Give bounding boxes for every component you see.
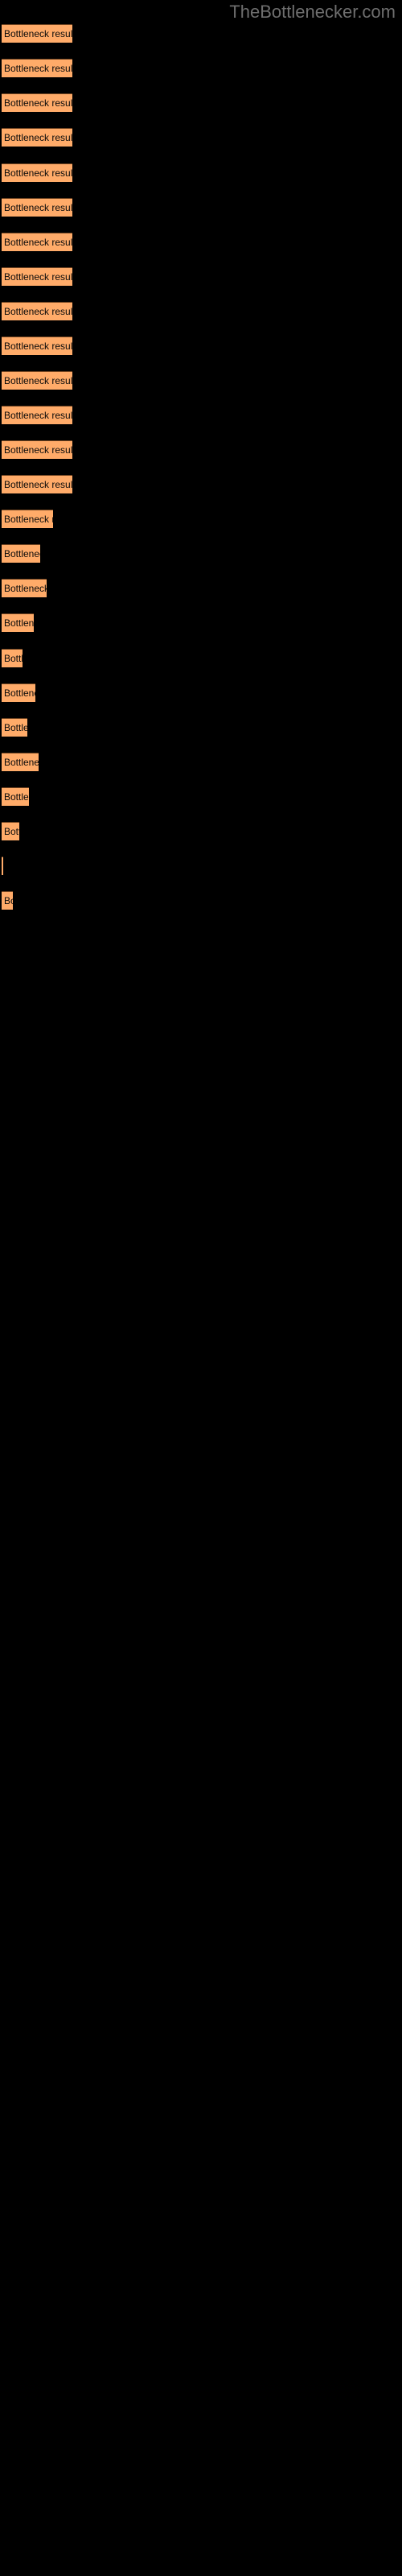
bar-label: Bottleneck result [4, 791, 29, 803]
bar-label: Bottleneck result [4, 202, 72, 213]
bar-segment[interactable]: Bottleneck result [2, 753, 39, 771]
bar-segment[interactable]: Bottleneck result [2, 649, 23, 667]
bar-label: Bottleneck result [4, 617, 34, 629]
bar-segment[interactable]: Bottleneck result [2, 613, 34, 632]
bar-label: Bottleneck result [4, 132, 72, 143]
bar-chart: TheBottlenecker.com Bottleneck result Bot… [0, 0, 402, 2576]
bar-label: Bottleneck result [4, 548, 40, 559]
bar-segment[interactable]: Bottleneck result [2, 891, 13, 910]
bar-label: Bottleneck result [4, 583, 47, 594]
bar-segment[interactable]: Bottleneck result [2, 163, 72, 182]
bar-segment[interactable]: Bottleneck result [2, 336, 72, 355]
bar-label: Bottleneck result [4, 826, 19, 837]
bar-segment[interactable]: Bottleneck result [2, 787, 29, 806]
bar-label: Bottleneck result [4, 167, 72, 179]
bar-segment[interactable]: Bottleneck result [2, 302, 72, 320]
bar-label: Bottleneck result [4, 444, 72, 456]
bar-label: Bottleneck result [4, 895, 13, 906]
bar-segment[interactable]: Bottleneck result [2, 267, 72, 286]
bar-segment[interactable]: Bottleneck result [2, 857, 3, 875]
bar-label: Bottleneck result [4, 653, 23, 664]
bar-label: Bottleneck result [4, 306, 72, 317]
bar-segment[interactable]: Bottleneck result [2, 24, 72, 43]
bar-segment[interactable]: Bottleneck result [2, 510, 53, 528]
bar-segment[interactable]: Bottleneck result [2, 475, 72, 493]
bar-segment[interactable]: Bottleneck result [2, 198, 72, 217]
bar-label: Bottleneck result [4, 722, 27, 733]
bar-label: Bottleneck result [4, 271, 72, 283]
bar-label: Bottleneck result [4, 757, 39, 768]
bar-segment[interactable]: Bottleneck result [2, 822, 19, 840]
bars-container: Bottleneck result Bottleneck result Bottle… [0, 0, 402, 2576]
bar-segment[interactable]: Bottleneck result [2, 371, 72, 390]
bar-segment[interactable]: Bottleneck result [2, 406, 72, 424]
bar-segment[interactable]: Bottleneck result [2, 93, 72, 112]
bar-segment[interactable]: Bottleneck result [2, 440, 72, 459]
bar-label: Bottleneck result [4, 687, 35, 699]
bar-label: Bottleneck result [4, 63, 72, 74]
bar-label: Bottleneck result [4, 514, 53, 525]
bar-segment[interactable]: Bottleneck result [2, 718, 27, 737]
bar-label: Bottleneck result [4, 410, 72, 421]
bar-segment[interactable]: Bottleneck result [2, 59, 72, 77]
bar-label: Bottleneck result [4, 28, 72, 39]
bar-segment[interactable]: Bottleneck result [2, 128, 72, 147]
bar-label: Bottleneck result [4, 341, 72, 352]
bar-segment[interactable]: Bottleneck result [2, 233, 72, 251]
bar-label: Bottleneck result [4, 237, 72, 248]
bar-label: Bottleneck result [4, 479, 72, 490]
bar-segment[interactable]: Bottleneck result [2, 544, 40, 563]
bar-segment[interactable]: Bottleneck result [2, 683, 35, 702]
bar-label: Bottleneck result [4, 97, 72, 109]
bar-segment[interactable]: Bottleneck result [2, 579, 47, 597]
bar-label: Bottleneck result [4, 375, 72, 386]
